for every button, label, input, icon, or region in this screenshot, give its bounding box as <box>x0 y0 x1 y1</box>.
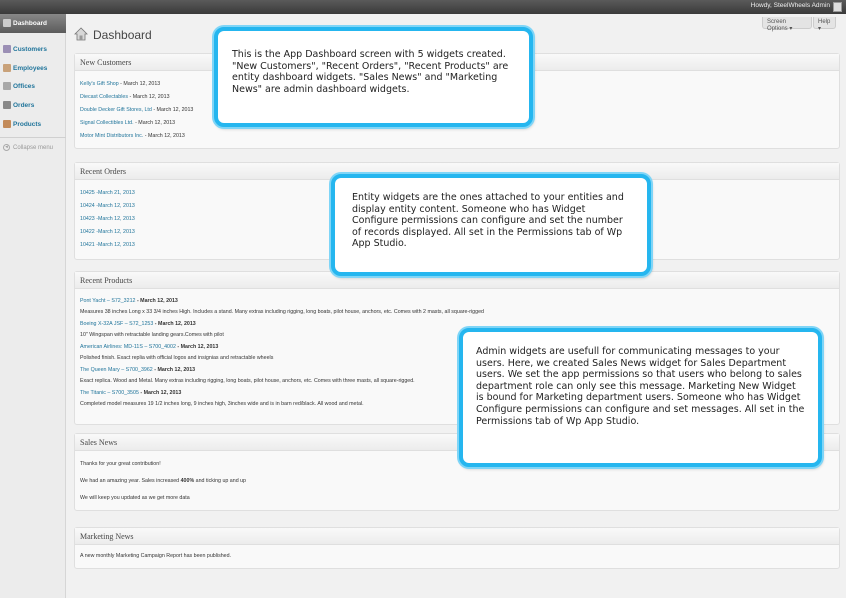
news-line: We will keep you updated as we get more … <box>80 495 190 501</box>
sidebar-item-label: Dashboard <box>13 20 47 27</box>
product-item: American Airlines: MD-11S – S700_4002 - … <box>80 344 218 350</box>
list-item: Diecast Collectables - March 12, 2013 <box>80 94 170 100</box>
list-item: 10422 -March 12, 2013 <box>80 229 135 235</box>
product-description: 10" Wingspan with retractable landing ge… <box>80 332 224 338</box>
list-item: 10421 -March 12, 2013 <box>80 242 135 248</box>
sidebar-item-products[interactable]: Products <box>0 115 66 134</box>
admin-bar: Howdy, SteelWheels Admin <box>0 0 846 14</box>
employees-icon <box>3 64 11 72</box>
callout-text: This is the App Dashboard screen with 5 … <box>232 49 509 95</box>
product-description: Exact replica. Wood and Metal. Many extr… <box>80 378 415 384</box>
dashboard-icon <box>3 19 11 27</box>
news-text: and ticking up and up <box>194 478 247 484</box>
product-description: Measures 38 inches Long x 33 3/4 inches … <box>80 309 484 315</box>
item-date: - March 12, 2013 <box>128 94 170 100</box>
item-date: -March 21, 2013 <box>94 190 135 196</box>
product-item: Boeing X-32A JSF – S72_1253 - March 12, … <box>80 321 196 327</box>
collapse-label: Collapse menu <box>13 145 54 151</box>
callout-text: Entity widgets are the ones attached to … <box>352 192 624 250</box>
customer-link[interactable]: Motor Mint Distributors Inc. <box>80 133 143 139</box>
callout-text: Admin widgets are usefull for communicat… <box>476 346 805 427</box>
sidebar-item-label: Orders <box>13 102 35 109</box>
product-item: The Titanic – S700_3505 - March 12, 2013 <box>80 390 181 396</box>
list-item: 10423 -March 12, 2013 <box>80 216 135 222</box>
sidebar-item-label: Customers <box>13 46 47 53</box>
screen-options-button[interactable]: Screen Options ▾ <box>762 17 812 32</box>
list-item: 10424 -March 12, 2013 <box>80 203 135 209</box>
callout-dashboard-overview: This is the App Dashboard screen with 5 … <box>214 27 533 127</box>
product-link[interactable]: Pont Yacht – S72_3212 <box>80 298 135 304</box>
howdy-greeting[interactable]: Howdy, SteelWheels Admin <box>751 2 830 9</box>
order-link[interactable]: 10425 <box>80 190 95 196</box>
customer-link[interactable]: Double Decker Gift Stores, Ltd <box>80 107 152 113</box>
item-date: -March 12, 2013 <box>94 203 135 209</box>
list-item: Double Decker Gift Stores, Ltd - March 1… <box>80 107 193 113</box>
product-item: Pont Yacht – S72_3212 - March 12, 2013 <box>80 298 178 304</box>
sidebar-item-customers[interactable]: Customers <box>0 40 66 59</box>
item-date: - March 12, 2013 <box>152 367 196 373</box>
order-link[interactable]: 10423 <box>80 216 95 222</box>
item-date: -March 12, 2013 <box>94 216 135 222</box>
orders-icon <box>3 101 11 109</box>
sidebar-item-label: Products <box>13 121 42 128</box>
products-icon <box>3 120 11 128</box>
item-date: - March 12, 2013 <box>138 390 182 396</box>
help-button[interactable]: Help ▾ <box>813 17 836 32</box>
news-text: We had an amazing year. Sales increased <box>80 478 181 484</box>
product-item: The Queen Mary – S700_3962 - March 12, 2… <box>80 367 195 373</box>
product-link[interactable]: The Queen Mary – S700_3962 <box>80 367 153 373</box>
page-title: Dashboard <box>93 28 152 42</box>
item-date: -March 12, 2013 <box>94 242 135 248</box>
news-line: We had an amazing year. Sales increased … <box>80 478 246 484</box>
item-date: -March 12, 2013 <box>94 229 135 235</box>
widget-marketing-news: Marketing News A new monthly Marketing C… <box>74 527 840 569</box>
sidebar-divider <box>0 137 66 138</box>
product-link[interactable]: Boeing X-32A JSF – S72_1253 <box>80 321 153 327</box>
news-line: Thanks for your great contribution! <box>80 461 161 467</box>
list-item: Motor Mint Distributors Inc. - March 12,… <box>80 133 185 139</box>
callout-admin-widgets: Admin widgets are usefull for communicat… <box>459 328 822 467</box>
sidebar-item-label: Employees <box>13 65 48 72</box>
customer-link[interactable]: Kelly's Gift Shop <box>80 81 119 87</box>
customers-icon <box>3 45 11 53</box>
order-link[interactable]: 10421 <box>80 242 95 248</box>
item-date: - March 12, 2013 <box>153 321 196 327</box>
news-line: A new monthly Marketing Campaign Report … <box>80 553 232 559</box>
item-date: - March 12, 2013 <box>151 107 194 113</box>
item-date: - March 12, 2013 <box>143 133 185 139</box>
collapse-icon: ◂ <box>3 144 10 151</box>
item-date: - March 12, 2013 <box>135 298 178 304</box>
product-link[interactable]: American Airlines: MD-11S – S700_4002 <box>80 344 176 350</box>
item-date: - March 12, 2013 <box>175 344 219 350</box>
offices-icon <box>3 82 11 90</box>
avatar[interactable] <box>833 2 842 12</box>
item-date: - March 12, 2013 <box>133 120 176 126</box>
list-item: Kelly's Gift Shop - March 12, 2013 <box>80 81 160 87</box>
product-description: Polished finish. Exact replia with offic… <box>80 355 274 361</box>
order-link[interactable]: 10424 <box>80 203 95 209</box>
customer-link[interactable]: Diecast Collectables <box>80 94 128 100</box>
sidebar-item-offices[interactable]: Offices <box>0 77 66 96</box>
collapse-menu-button[interactable]: ◂ Collapse menu <box>0 141 66 155</box>
sidebar-item-dashboard[interactable]: Dashboard <box>0 14 66 33</box>
customer-link[interactable]: Signal Collectibles Ltd. <box>80 120 134 126</box>
news-highlight: 400% <box>180 478 195 484</box>
home-icon <box>74 27 88 41</box>
widget-title[interactable]: Marketing News <box>75 528 839 545</box>
admin-sidebar: Dashboard Customers Employees Offices Or… <box>0 14 66 598</box>
sidebar-item-label: Offices <box>13 83 36 90</box>
order-link[interactable]: 10422 <box>80 229 95 235</box>
list-item: Signal Collectibles Ltd. - March 12, 201… <box>80 120 175 126</box>
product-description: Completed model measures 19 1/2 inches l… <box>80 401 364 407</box>
callout-entity-widgets: Entity widgets are the ones attached to … <box>331 174 651 276</box>
item-date: - March 12, 2013 <box>118 81 161 87</box>
product-link[interactable]: The Titanic – S700_3505 <box>80 390 139 396</box>
sidebar-item-employees[interactable]: Employees <box>0 59 66 78</box>
sidebar-item-orders[interactable]: Orders <box>0 96 66 115</box>
list-item: 10425 -March 21, 2013 <box>80 190 135 196</box>
